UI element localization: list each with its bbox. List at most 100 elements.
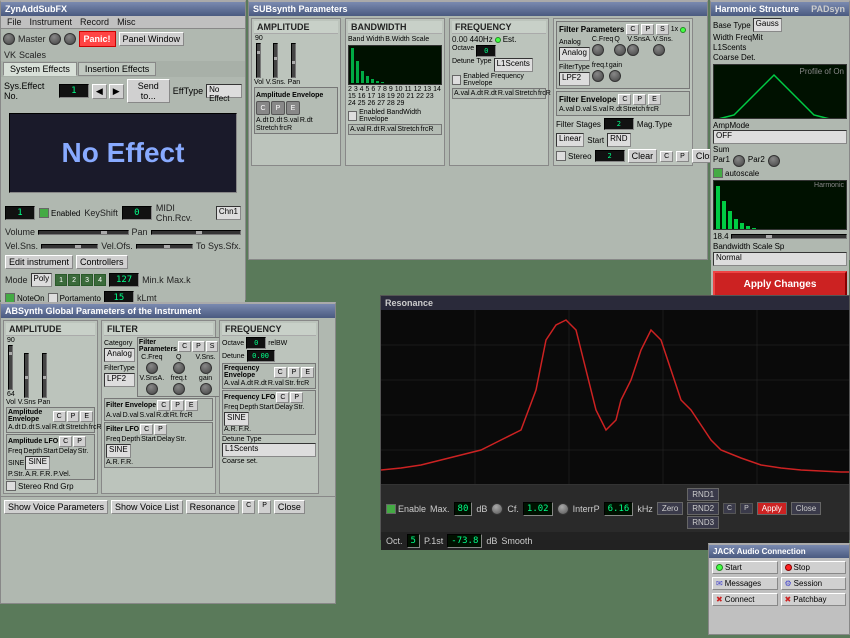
abs-stereo-check[interactable]: Stereo — [6, 481, 42, 491]
part-btn-1[interactable]: 1 — [55, 274, 67, 286]
part-btn-2[interactable]: 2 — [68, 274, 80, 286]
abs-close-btn[interactable]: Close — [274, 500, 305, 514]
par1-knob[interactable] — [733, 155, 745, 167]
abs-det-type-select[interactable]: L1Scents — [222, 443, 316, 457]
show-voice-params-btn[interactable]: Show Voice Parameters — [4, 500, 108, 514]
sub-cf-knob[interactable] — [592, 44, 604, 56]
sub-freqt-knob[interactable] — [592, 70, 604, 82]
apply-changes-button[interactable]: Apply Changes — [713, 271, 847, 298]
jack-messages-btn[interactable]: ✉ Messages — [712, 577, 778, 590]
sub-p-btn[interactable]: P — [271, 101, 285, 115]
abs-al-c[interactable]: C — [59, 436, 72, 447]
sub-fp-s-btn[interactable]: S — [656, 24, 669, 35]
sub-vol-fader[interactable] — [256, 43, 261, 78]
abs-gain-knob[interactable] — [200, 383, 212, 395]
abs-fp-p[interactable]: P — [192, 341, 205, 352]
sub-c-btn[interactable]: C — [256, 101, 270, 115]
res-rnd2-btn[interactable]: RND2 — [687, 502, 719, 515]
jack-start-btn[interactable]: Start — [712, 561, 778, 574]
sub-category-select[interactable]: Analog — [559, 47, 590, 61]
sub-det-type-select[interactable]: L1Scents — [494, 58, 533, 72]
abs-q-knob[interactable] — [173, 362, 185, 374]
eff-type-select[interactable]: No Effect — [206, 84, 242, 98]
abs-vsnsa-knob[interactable] — [146, 383, 158, 395]
jack-session-btn[interactable]: ⚙ Session — [781, 577, 847, 590]
res-apply-btn[interactable]: Apply — [757, 502, 787, 515]
sub-fe-e-btn[interactable]: E — [648, 94, 661, 105]
abs-stereo-checkbox[interactable] — [6, 481, 16, 491]
sub-pan-fader[interactable] — [291, 43, 296, 78]
master-vol-knob[interactable] — [3, 33, 15, 45]
abs-flfo-c[interactable]: C — [140, 424, 153, 435]
abs-fqe-p[interactable]: P — [288, 367, 301, 378]
sub-fp-p-btn[interactable]: P — [641, 24, 654, 35]
res-rnd3-btn[interactable]: RND3 — [687, 516, 719, 529]
mode-select[interactable]: Poly — [31, 273, 53, 287]
panel-window-button[interactable]: Panel Window — [119, 32, 185, 46]
jack-stop-btn[interactable]: Stop — [781, 561, 847, 574]
sub-fe-p-btn[interactable]: P — [633, 94, 646, 105]
enabled-check[interactable]: Enabled — [39, 208, 80, 218]
abs-fenv-c[interactable]: C — [157, 400, 170, 411]
res-zero-btn[interactable]: Zero — [657, 502, 683, 515]
sub-en-freq-checkbox[interactable] — [452, 75, 461, 85]
par2-knob[interactable] — [768, 155, 780, 167]
show-voice-list-btn[interactable]: Show Voice List — [111, 500, 183, 514]
autoscale-checkbox[interactable] — [713, 168, 723, 178]
bandwidth-slider[interactable] — [731, 234, 847, 239]
abs-fql-c[interactable]: C — [276, 392, 289, 403]
abs-fp-c[interactable]: C — [178, 341, 191, 352]
edit-instrument-btn[interactable]: Edit instrument — [5, 255, 73, 269]
abs-fql-p[interactable]: P — [290, 392, 303, 403]
res-cf-knob[interactable] — [557, 503, 569, 515]
sub-e-btn[interactable]: E — [286, 101, 300, 115]
jack-patchbay-btn[interactable]: ✖ Patchbay — [781, 593, 847, 606]
volume-slider[interactable] — [38, 230, 128, 235]
abs-filtertype-select[interactable]: LPF2 — [104, 373, 135, 387]
abs-vsnsf-knob[interactable] — [200, 362, 212, 374]
autoscale-check[interactable]: autoscale — [713, 168, 847, 178]
controllers-btn[interactable]: Controllers — [76, 255, 128, 269]
sub-clear-btn[interactable]: Clear — [628, 149, 658, 163]
abs-fqe-c[interactable]: C — [274, 367, 287, 378]
det-knob[interactable] — [64, 33, 76, 45]
abs-p-btn[interactable]: P — [258, 500, 271, 514]
abs-cf-knob[interactable] — [146, 362, 158, 374]
vel-sns-slider[interactable] — [41, 244, 98, 249]
part-btn-3[interactable]: 3 — [81, 274, 93, 286]
midi-chn-select[interactable]: Chn1 — [216, 206, 241, 220]
sub-c-btn2[interactable]: C — [660, 151, 673, 162]
abs-lfo-type-select[interactable]: SINE — [25, 456, 50, 470]
abs-category-select[interactable]: Analog — [104, 348, 135, 362]
sub-en-freq-env-check[interactable]: Enabled Frequency Envelope — [452, 73, 546, 87]
abs-fp-s[interactable]: S — [206, 341, 219, 352]
abs-vol-fader[interactable] — [8, 345, 13, 390]
sub-stereo-checkbox[interactable] — [556, 151, 566, 161]
sub-fp-c-btn[interactable]: C — [626, 24, 639, 35]
sub-p-btn2[interactable]: P — [676, 151, 689, 162]
resonance-btn[interactable]: Resonance — [186, 500, 240, 514]
abs-freqt-knob[interactable] — [173, 383, 185, 395]
menu-record[interactable]: Record — [78, 17, 111, 27]
part-btn-4[interactable]: 4 — [94, 274, 106, 286]
sub-stereo-check[interactable]: Stereo — [556, 151, 592, 161]
abs-flfo-p[interactable]: P — [154, 424, 167, 435]
keysft-knob[interactable] — [49, 33, 61, 45]
abs-fqe-e[interactable]: E — [301, 367, 314, 378]
abs-fenv-p[interactable]: P — [171, 400, 184, 411]
res-close-btn[interactable]: Close — [791, 502, 821, 515]
res-rnd1-btn[interactable]: RND1 — [687, 488, 719, 501]
abs-fenv-e[interactable]: E — [185, 400, 198, 411]
menu-file[interactable]: File — [5, 17, 24, 27]
enabled-checkbox[interactable] — [39, 208, 49, 218]
abs-ae-p[interactable]: P — [67, 411, 80, 422]
sub-q-knob[interactable] — [614, 44, 626, 56]
res-p-btn[interactable]: P — [740, 503, 753, 514]
abs-c-btn[interactable]: C — [242, 500, 255, 514]
sub-vns-fader[interactable] — [273, 43, 278, 78]
send-to-button[interactable]: Send to... — [127, 79, 170, 103]
sys-eff-tab[interactable]: System Effects — [3, 62, 77, 76]
pan-slider[interactable] — [151, 230, 241, 235]
abs-pan-fader[interactable] — [42, 353, 47, 398]
res-enable-checkbox[interactable] — [386, 504, 396, 514]
